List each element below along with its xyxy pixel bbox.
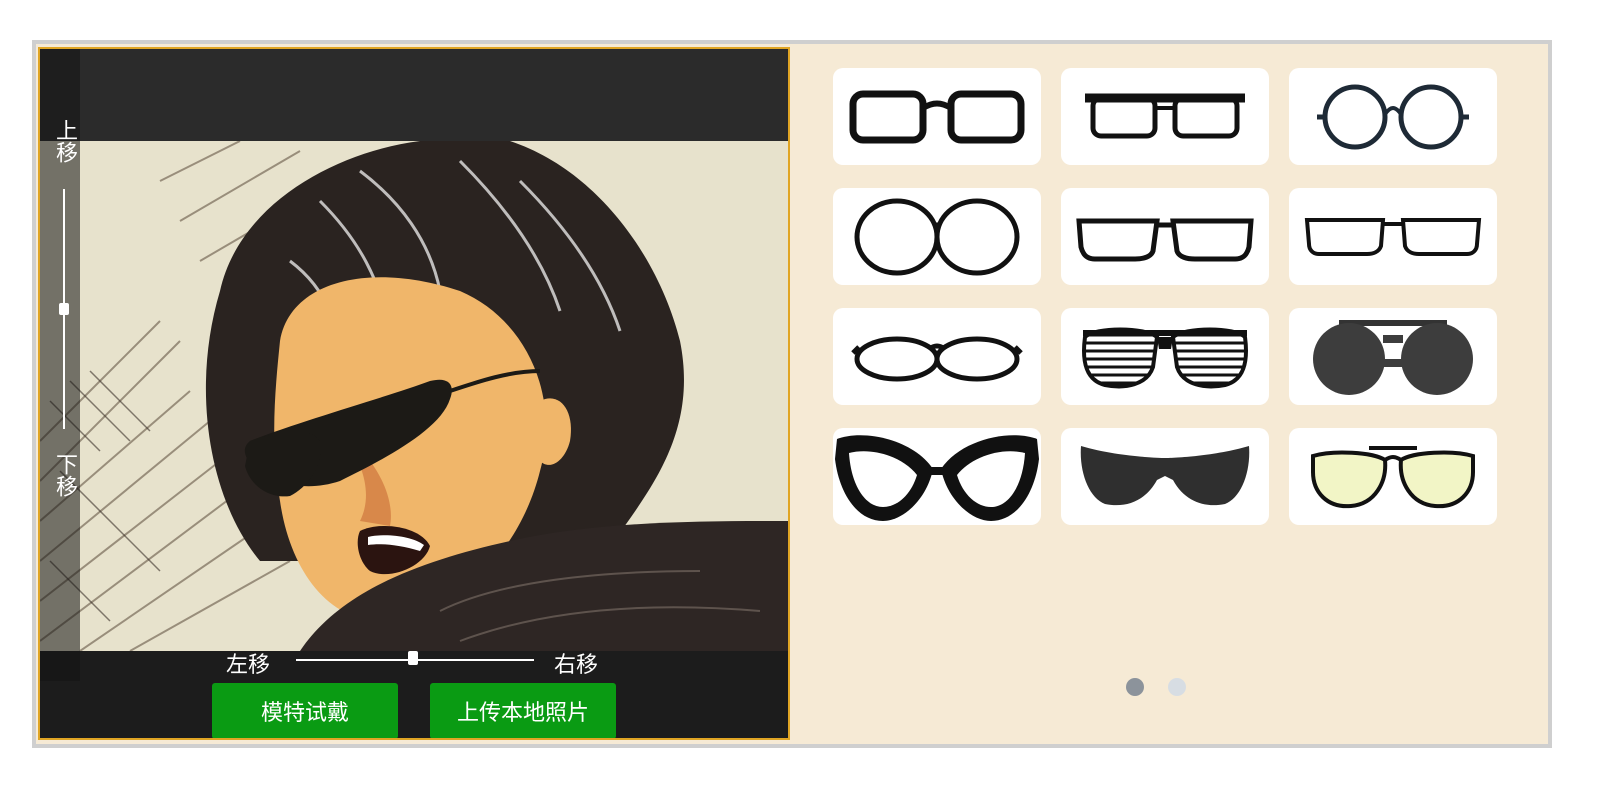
glasses-rectangle-narrow-icon	[1304, 217, 1482, 256]
glasses-card-round-thick[interactable]	[833, 188, 1041, 285]
move-down-label[interactable]: 下移	[40, 453, 80, 497]
pagination-dots	[1126, 678, 1196, 698]
glasses-round-thick-icon	[854, 198, 1020, 275]
vertical-move-control: 上移 下移	[40, 49, 80, 681]
horizontal-move-control: 左移 右移	[40, 651, 788, 681]
page-dot-2[interactable]	[1168, 678, 1186, 696]
move-up-label[interactable]: 上移	[40, 119, 80, 163]
action-bar: 模特试戴 上传本地照片	[40, 681, 788, 738]
try-on-stage: 上移 下移 左移 右移 模特试戴 上传本地照片	[38, 47, 790, 740]
glasses-cat-eye-icon	[835, 434, 1039, 521]
glasses-card-round-thin[interactable]	[1289, 68, 1497, 165]
page-dot-1[interactable]	[1126, 678, 1144, 696]
glasses-card-rectangle-browline[interactable]	[1061, 68, 1269, 165]
glasses-rectangle-browline-icon	[1085, 93, 1245, 138]
glasses-card-rectangle-thick[interactable]	[833, 68, 1041, 165]
glasses-card-wrap-sunglasses[interactable]	[1061, 428, 1269, 525]
glasses-card-oval[interactable]	[833, 308, 1041, 405]
glasses-card-shutter-shades[interactable]	[1061, 308, 1269, 405]
glasses-card-cat-eye[interactable]	[833, 428, 1041, 525]
glasses-rectangle-slim-icon	[1076, 218, 1254, 261]
move-left-label[interactable]: 左移	[226, 651, 270, 681]
glasses-oval-icon	[851, 336, 1023, 381]
glasses-grid	[833, 68, 1497, 525]
glasses-round-thin-icon	[1317, 84, 1469, 149]
move-right-label[interactable]: 右移	[554, 651, 598, 681]
vertical-slider-thumb[interactable]	[59, 303, 69, 315]
glasses-card-rectangle-slim[interactable]	[1061, 188, 1269, 285]
glasses-rectangle-thick-icon	[849, 90, 1025, 143]
model-photo-illustration	[40, 141, 788, 651]
glasses-card-round-sunglasses-flat-top[interactable]	[1289, 308, 1497, 405]
glasses-card-aviator-yellow[interactable]	[1289, 428, 1497, 525]
glasses-round-sunglasses-flat-top-icon	[1313, 319, 1473, 395]
horizontal-slider-thumb[interactable]	[408, 651, 418, 665]
upload-photo-button[interactable]: 上传本地照片	[430, 683, 616, 738]
model-try-on-button[interactable]: 模特试戴	[212, 683, 398, 738]
glasses-shutter-shades-icon	[1082, 327, 1248, 388]
model-photo[interactable]	[40, 141, 788, 651]
glasses-wrap-sunglasses-icon	[1080, 445, 1250, 505]
glasses-aviator-yellow-icon	[1311, 445, 1475, 508]
glasses-card-rectangle-narrow[interactable]	[1289, 188, 1497, 285]
